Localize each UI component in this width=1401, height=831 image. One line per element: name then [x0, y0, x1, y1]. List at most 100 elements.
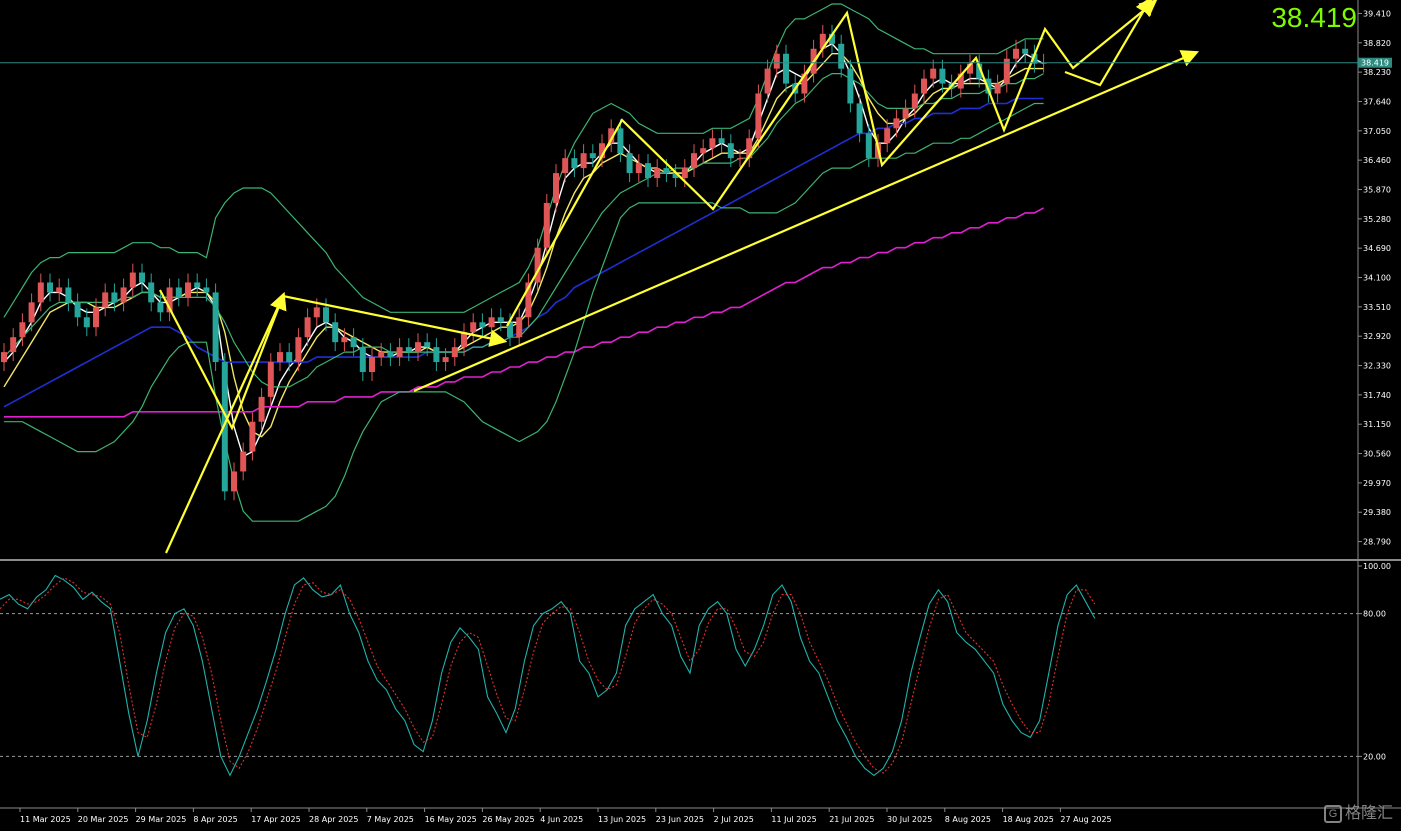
bear-candle — [838, 43, 845, 69]
price-tick-label: 32.920 — [1363, 332, 1391, 341]
current-price-display: 38.419 — [1271, 2, 1357, 33]
bull-candle — [28, 302, 35, 323]
bull-candle — [902, 108, 909, 119]
bull-candle — [249, 421, 256, 452]
bull-candle — [129, 272, 136, 288]
bull-candle — [396, 347, 403, 358]
price-tick-label: 38.230 — [1363, 68, 1391, 77]
bull-candle — [277, 352, 283, 363]
bull-candle — [700, 148, 707, 154]
price-tick-label: 30.560 — [1363, 450, 1391, 459]
price-tick-label: 34.100 — [1363, 274, 1391, 283]
price-chart[interactable]: 39.410 38.820 38.230 37.640 37.050 36.460 35.8… — [0, 0, 1401, 827]
bear-candle — [479, 322, 486, 328]
date-tick-label: 17 Apr 2025 — [251, 815, 300, 824]
bear-candle — [1022, 48, 1029, 54]
bear-candle — [847, 68, 854, 104]
date-tick-label: 8 Aug 2025 — [945, 815, 991, 824]
bear-candle — [727, 143, 734, 159]
oscillator-tick-label: 20.00 — [1363, 752, 1386, 761]
date-tick-label: 27 Aug 2025 — [1060, 815, 1111, 824]
bear-candle — [783, 53, 789, 84]
bull-candle — [553, 173, 559, 203]
bull-candle — [930, 68, 937, 79]
bull-candle — [893, 118, 900, 129]
bull-candle — [737, 158, 743, 160]
bull-candle — [681, 168, 688, 179]
price-tick-label: 28.790 — [1363, 538, 1391, 547]
bull-candle — [37, 282, 44, 303]
bear-candle — [323, 307, 329, 323]
bear-candle — [175, 287, 182, 298]
bear-candle — [387, 352, 394, 358]
bear-candle — [645, 163, 651, 179]
bull-candle — [764, 68, 771, 94]
bull-candle — [911, 93, 918, 109]
date-tick-label: 29 Mar 2025 — [136, 815, 187, 824]
bear-candle — [194, 282, 201, 288]
watermark: G 格隆汇 — [1323, 799, 1393, 823]
date-tick-label: 8 Apr 2025 — [193, 815, 237, 824]
bear-candle — [350, 337, 357, 348]
bull-candle — [102, 292, 109, 308]
bear-candle — [663, 168, 670, 174]
bull-candle — [691, 153, 697, 169]
bear-candle — [424, 342, 431, 348]
price-tick-label: 37.640 — [1363, 97, 1391, 106]
bear-candle — [65, 287, 72, 303]
bear-candle — [157, 302, 164, 313]
bull-candle — [295, 337, 302, 363]
date-tick-label: 20 Mar 2025 — [78, 815, 129, 824]
chart-stage: 39.410 38.820 38.230 37.640 37.050 36.460 35.8… — [0, 0, 1401, 827]
bear-candle — [433, 347, 440, 363]
bear-candle — [148, 282, 155, 303]
bear-candle — [571, 158, 578, 169]
bull-candle — [313, 307, 320, 318]
bear-candle — [286, 352, 293, 363]
bull-candle — [451, 347, 458, 358]
watermark-logo-icon: G — [1323, 804, 1342, 823]
bull-candle — [773, 53, 780, 69]
bear-candle — [111, 292, 118, 303]
price-tick-label: 37.050 — [1363, 127, 1391, 136]
date-tick-label: 2 Jul 2025 — [714, 815, 754, 824]
bear-candle — [497, 317, 504, 323]
date-tick-label: 26 May 2025 — [482, 815, 534, 824]
bull-candle — [442, 357, 449, 363]
bull-candle — [488, 317, 495, 328]
price-tick-label: 33.510 — [1363, 303, 1391, 312]
bear-candle — [718, 138, 725, 144]
date-tick-label: 11 Mar 2025 — [20, 815, 71, 824]
date-tick-label: 18 Aug 2025 — [1003, 815, 1054, 824]
bull-candle — [709, 138, 716, 149]
bull-candle — [240, 451, 247, 472]
date-tick-label: 23 Jun 2025 — [656, 815, 704, 824]
price-tick-label: 31.150 — [1363, 420, 1391, 429]
price-tick-label: 29.970 — [1363, 479, 1391, 488]
bear-candle — [74, 302, 81, 318]
bull-candle — [258, 396, 265, 422]
bear-candle — [865, 133, 872, 159]
bull-candle — [93, 307, 99, 328]
bull-candle — [120, 287, 127, 303]
price-tick-label: 32.330 — [1363, 362, 1391, 371]
date-tick-label: 7 May 2025 — [367, 815, 414, 824]
price-tick-label: 35.870 — [1363, 185, 1391, 194]
price-tick-label: 31.740 — [1363, 391, 1391, 400]
price-tick-label: 38.820 — [1363, 39, 1391, 48]
bull-candle — [516, 317, 523, 338]
bull-candle — [755, 93, 762, 139]
bull-candle — [304, 317, 311, 338]
watermark-text: 格隆汇 — [1344, 805, 1393, 822]
price-tick-label: 34.690 — [1363, 244, 1391, 253]
bull-candle — [921, 78, 927, 94]
current-price-tag-label: 38.419 — [1361, 59, 1389, 68]
date-tick-label: 11 Jul 2025 — [771, 815, 816, 824]
price-tick-label: 39.410 — [1363, 9, 1391, 18]
bear-candle — [212, 292, 219, 363]
bull-candle — [562, 158, 569, 174]
bull-candle — [1013, 48, 1019, 59]
bull-candle — [415, 342, 421, 353]
bear-candle — [626, 153, 633, 174]
price-tick-label: 29.380 — [1363, 508, 1391, 517]
